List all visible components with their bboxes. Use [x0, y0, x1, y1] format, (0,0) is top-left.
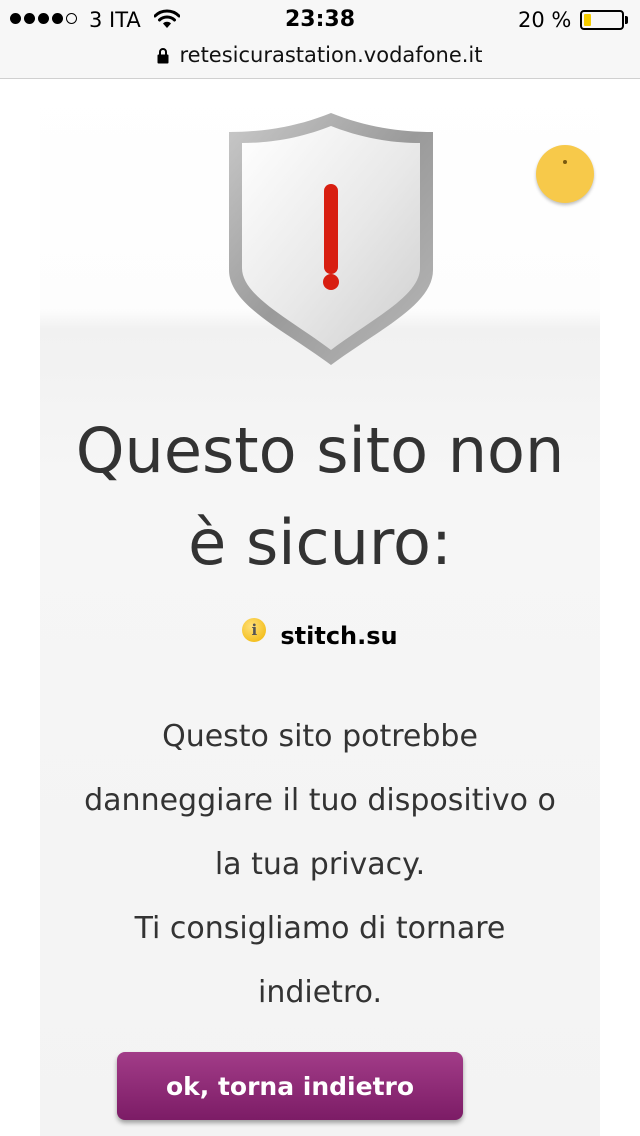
url-bar[interactable]: retesicurastation.vodafone.it [0, 40, 640, 79]
shield-exclamation-icon [224, 110, 438, 373]
site-name: stitch.su [280, 622, 398, 650]
battery-percentage: 20 % [518, 8, 572, 32]
info-icon: i [242, 618, 267, 642]
status-bar: 3 ITA 23:38 20 % [0, 0, 640, 40]
go-back-button[interactable]: ok, torna indietro [117, 1052, 463, 1120]
message-line: indietro. [258, 975, 382, 1010]
screen: 3 ITA 23:38 20 % retesicurastation.vodaf… [0, 0, 640, 1136]
help-icon[interactable] [536, 145, 594, 203]
page-title: Questo sito non è sicuro: [40, 405, 600, 589]
page-title-line: Questo sito non [75, 414, 565, 487]
message-line: la tua privacy. [214, 847, 426, 882]
blocked-site: i stitch.su [40, 618, 600, 650]
url-text: retesicurastation.vodafone.it [179, 43, 483, 67]
battery-level [584, 14, 591, 26]
message-line: Ti consigliamo di tornare [134, 911, 506, 946]
lock-icon [157, 42, 169, 72]
battery-icon [580, 10, 624, 30]
page-title-line: è sicuro: [188, 506, 452, 579]
warning-message: Questo sito potrebbe danneggiare il tuo … [40, 705, 600, 1025]
message-line: Questo sito potrebbe [162, 719, 478, 754]
message-line: danneggiare il tuo dispositivo o [84, 783, 556, 818]
battery-terminal [625, 16, 628, 24]
